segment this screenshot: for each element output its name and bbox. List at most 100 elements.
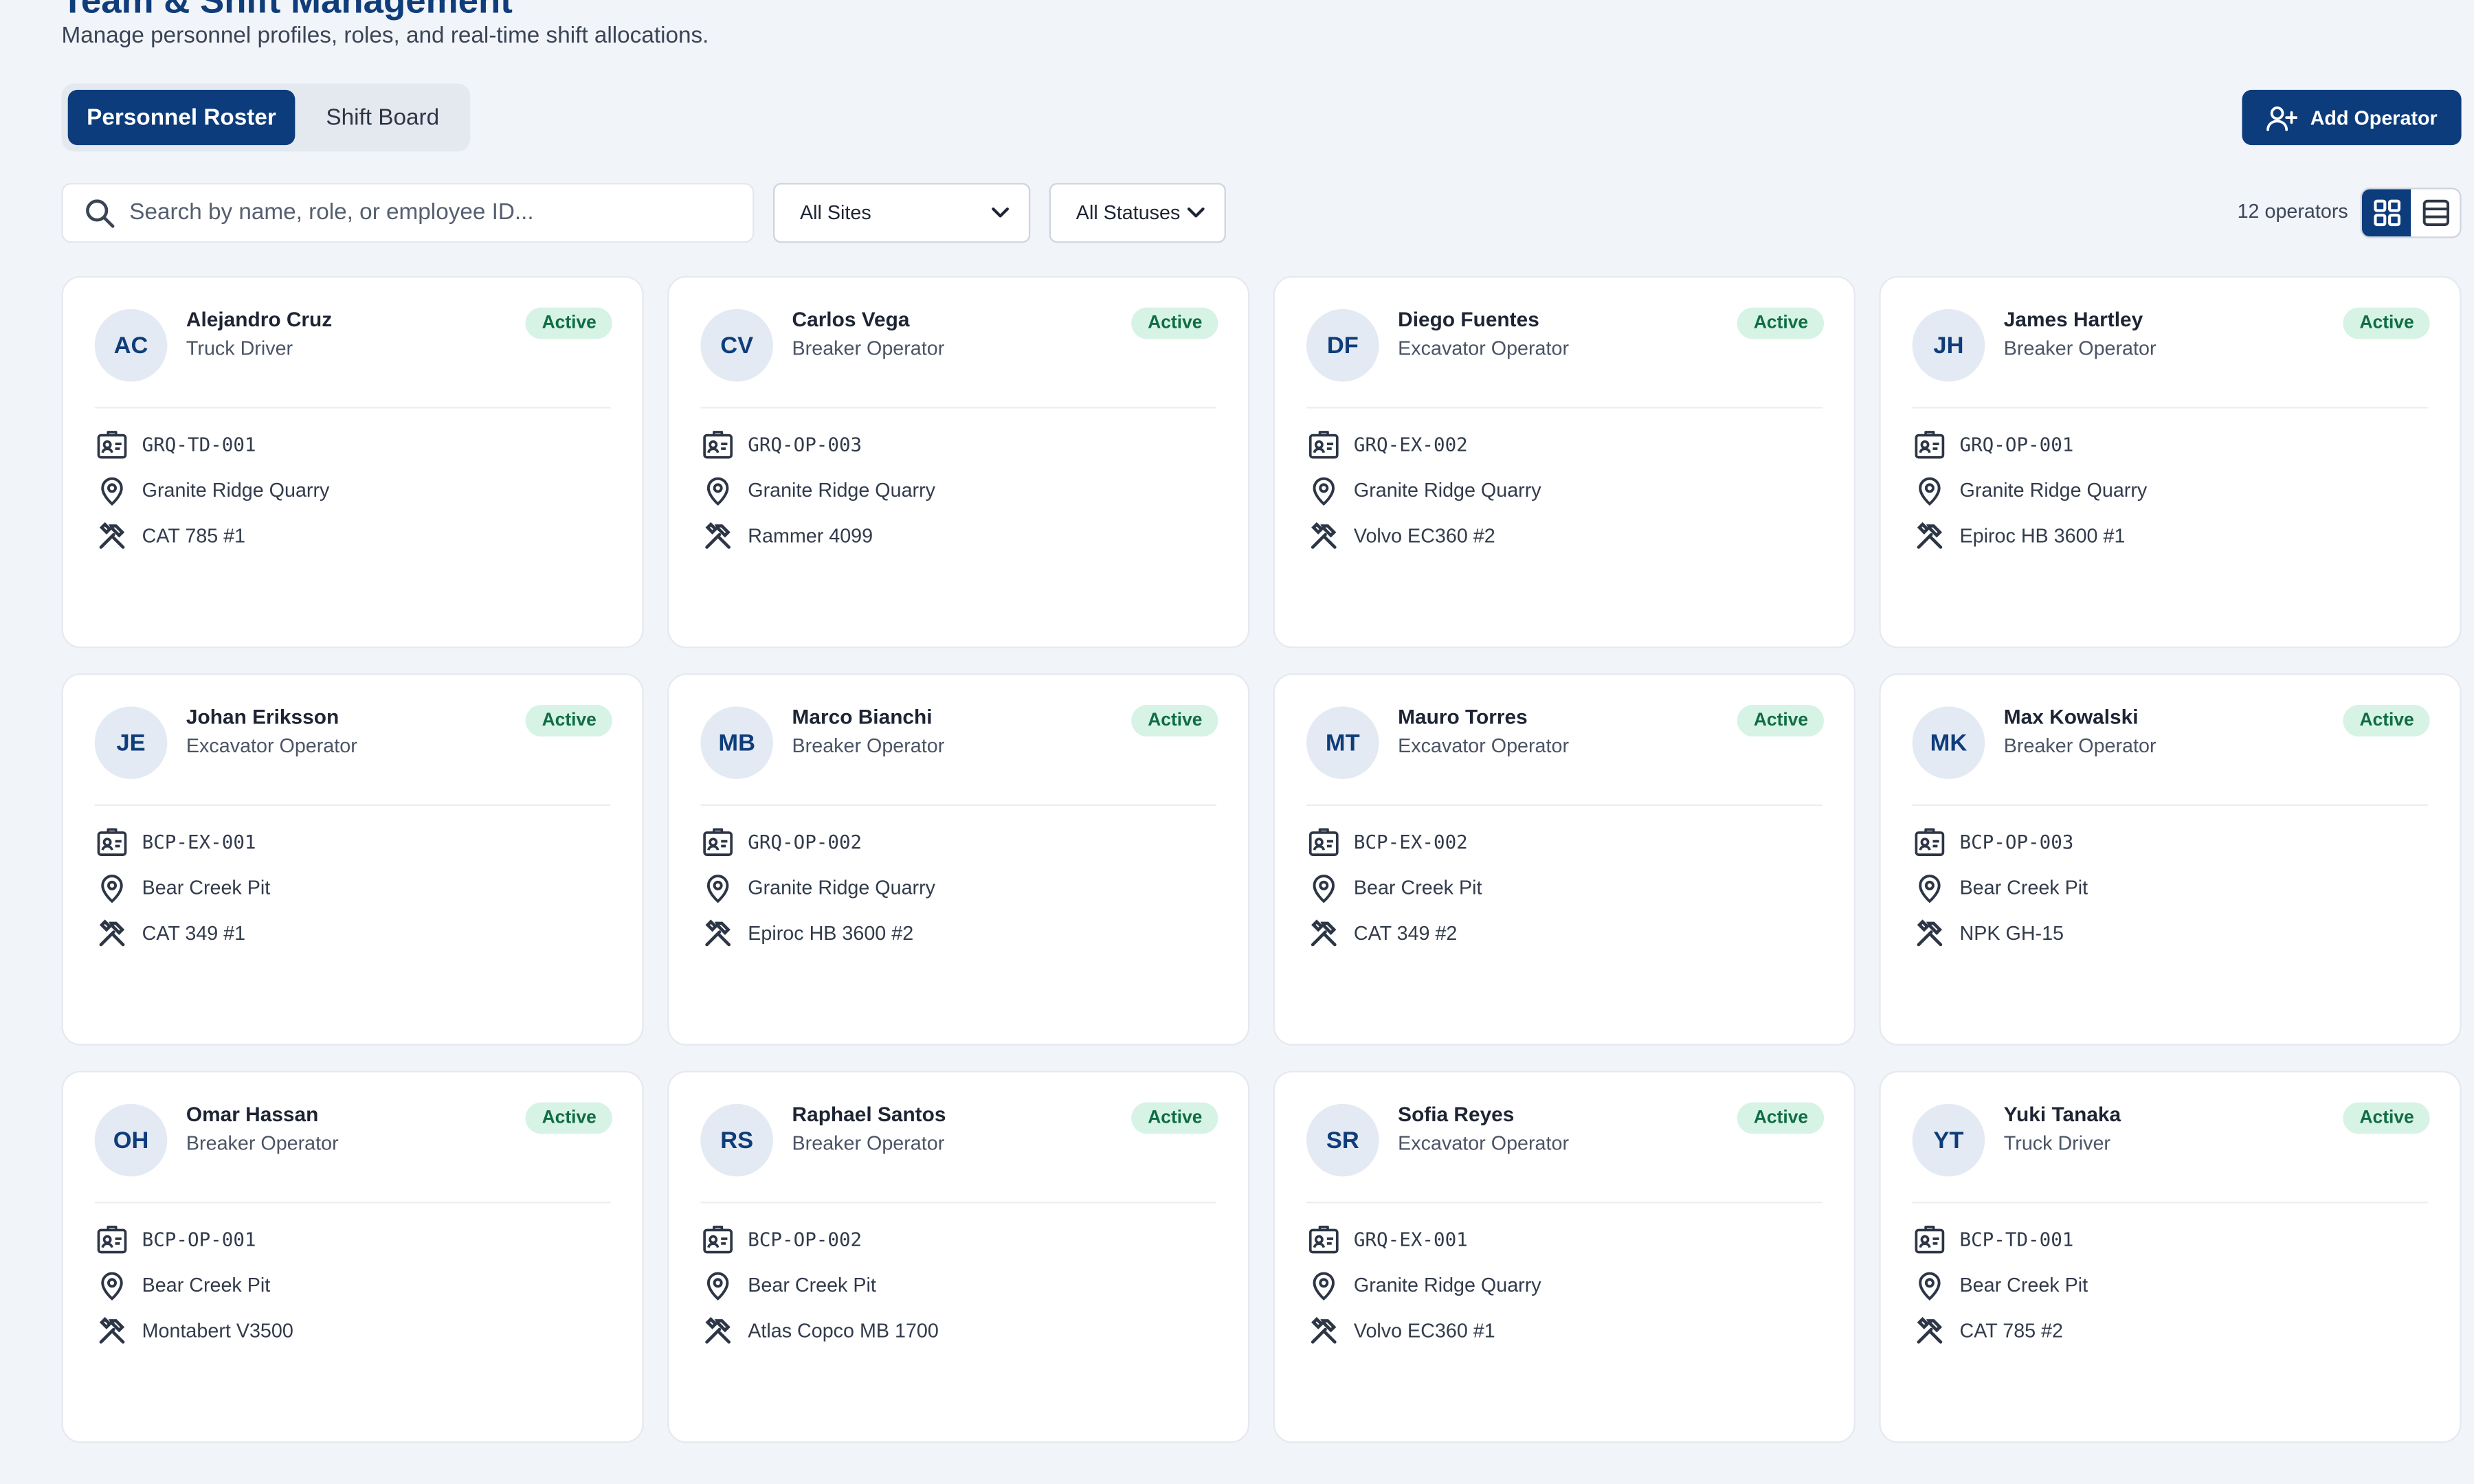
avatar: MB [700,706,773,779]
avatar: JE [94,706,168,779]
map-pin-icon [702,1270,734,1301]
site-row: Granite Ridge Quarry [702,872,935,903]
view-tabs: Personnel Roster Shift Board [61,83,471,152]
status-filter-value: All Statuses [1076,201,1181,224]
status-badge: Active [2343,705,2430,737]
operator-card[interactable]: RS Raphael Santos Breaker Operator Activ… [667,1070,1250,1443]
site-filter-select[interactable]: All Sites [772,183,1031,243]
operator-card[interactable]: YT Yuki Tanaka Truck Driver Active BCP-T… [1879,1070,2462,1443]
employee-id-row: GRQ-TD-001 [96,429,256,460]
operator-card[interactable]: AC Alejandro Cruz Truck Driver Active GR… [61,276,644,649]
employee-id: BCP-OP-003 [1959,831,2074,853]
operator-name: Omar Hassan [186,1102,319,1126]
site-row: Granite Ridge Quarry [96,475,329,506]
equipment-row: CAT 349 #1 [96,918,245,949]
site-row: Bear Creek Pit [1914,1270,2088,1301]
chevron-down-icon [1180,197,1212,229]
site-filter-value: All Sites [800,201,871,224]
site-name: Granite Ridge Quarry [1353,479,1541,502]
equipment-name: Volvo EC360 #1 [1353,1320,1495,1342]
employee-id-row: BCP-EX-002 [1308,827,1468,858]
card-divider [1306,804,1823,806]
tools-icon [1308,520,1339,552]
site-name: Bear Creek Pit [1959,877,2088,899]
card-divider [700,1202,1217,1204]
page-subtitle: Manage personnel profiles, roles, and re… [61,23,709,49]
operator-role: Truck Driver [2003,1132,2110,1155]
tools-icon [96,1315,128,1347]
map-pin-icon [1914,475,1946,506]
operator-card[interactable]: MK Max Kowalski Breaker Operator Active … [1879,673,2462,1046]
grid-view-button[interactable] [2361,189,2411,237]
tools-icon [1914,520,1946,552]
chevron-down-icon [985,197,1016,229]
id-card-icon [1308,827,1339,858]
site-name: Bear Creek Pit [142,877,271,899]
view-toggle [2360,188,2462,238]
site-row: Bear Creek Pit [96,872,270,903]
tools-icon [702,918,734,949]
equipment-row: Montabert V3500 [96,1315,293,1347]
site-name: Bear Creek Pit [1353,877,1482,899]
avatar: MK [1912,706,1985,779]
id-card-icon [96,1224,128,1255]
map-pin-icon [702,872,734,903]
status-badge: Active [1132,1102,1218,1134]
employee-id: GRQ-OP-002 [748,831,862,853]
operator-name: Sofia Reyes [1398,1102,1515,1126]
list-view-button[interactable] [2411,189,2460,236]
avatar: YT [1912,1103,1985,1177]
tab-personnel-roster[interactable]: Personnel Roster [67,89,296,146]
id-card-icon [1308,429,1339,460]
card-divider [1912,407,2429,409]
status-badge: Active [1737,307,1825,339]
search-input[interactable] [126,199,733,227]
operator-card[interactable]: JE Johan Eriksson Excavator Operator Act… [61,673,644,1046]
avatar: JH [1912,308,1985,382]
operator-card[interactable]: SR Sofia Reyes Excavator Operator Active… [1273,1070,1855,1443]
site-name: Bear Creek Pit [1959,1274,2088,1296]
operator-card[interactable]: MB Marco Bianchi Breaker Operator Active… [667,673,1250,1046]
equipment-row: NPK GH-15 [1914,918,2064,949]
equipment-row: Epiroc HB 3600 #2 [702,918,913,949]
employee-id-row: GRQ-OP-003 [702,429,862,460]
equipment-name: Volvo EC360 #2 [1353,525,1495,548]
equipment-name: Atlas Copco MB 1700 [748,1320,939,1342]
equipment-row: CAT 349 #2 [1308,918,1457,949]
add-operator-button[interactable]: Add Operator [2242,89,2462,146]
map-pin-icon [1914,1270,1946,1301]
tab-shift-board[interactable]: Shift Board [302,90,464,145]
operator-card[interactable]: CV Carlos Vega Breaker Operator Active G… [667,276,1250,649]
operator-name: Johan Eriksson [186,705,339,729]
operator-card[interactable]: DF Diego Fuentes Excavator Operator Acti… [1273,276,1855,649]
status-badge: Active [1737,1102,1825,1134]
tools-icon [1308,1315,1339,1347]
status-filter-select[interactable]: All Statuses [1049,183,1226,243]
avatar: RS [700,1103,773,1177]
id-card-icon [1914,1224,1946,1255]
site-name: Granite Ridge Quarry [748,877,936,899]
site-name: Granite Ridge Quarry [748,479,936,502]
card-divider [1306,1202,1823,1204]
operator-role: Breaker Operator [792,734,945,757]
operator-name: Raphael Santos [792,1102,946,1126]
employee-id: GRQ-EX-002 [1353,434,1468,456]
site-name: Bear Creek Pit [142,1274,271,1296]
id-card-icon [702,827,734,858]
site-row: Granite Ridge Quarry [1308,475,1541,506]
site-row: Granite Ridge Quarry [1914,475,2147,506]
equipment-name: CAT 349 #2 [1353,922,1458,945]
operator-role: Breaker Operator [792,337,945,360]
operator-card[interactable]: OH Omar Hassan Breaker Operator Active B… [61,1070,644,1443]
equipment-name: CAT 785 #2 [1959,1320,2064,1342]
equipment-row: CAT 785 #1 [96,520,245,552]
operator-card[interactable]: MT Mauro Torres Excavator Operator Activ… [1273,673,1855,1046]
site-row: Bear Creek Pit [1914,872,2088,903]
id-card-icon [1308,1224,1339,1255]
operator-card[interactable]: JH James Hartley Breaker Operator Active… [1879,276,2462,649]
card-divider [1912,804,2429,806]
operator-name: Alejandro Cruz [186,307,333,332]
map-pin-icon [96,872,128,903]
tools-icon [1308,918,1339,949]
operator-role: Breaker Operator [792,1132,945,1155]
